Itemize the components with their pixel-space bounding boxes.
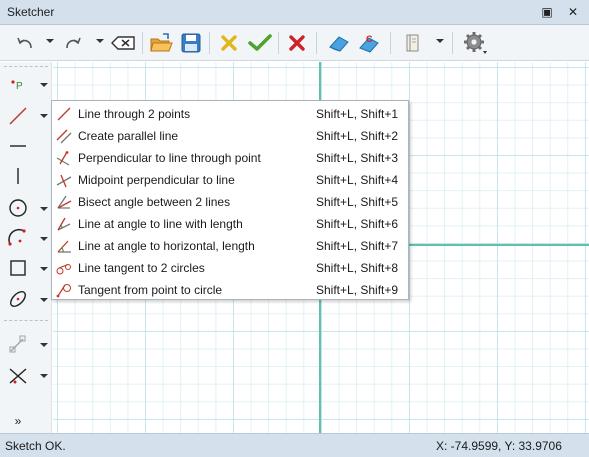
book-dropdown-caret[interactable] [436, 39, 444, 43]
svg-text:P: P [16, 81, 23, 92]
eraser-c-icon[interactable]: C [356, 30, 382, 56]
menu-item-shortcut: Shift+L, Shift+8 [316, 261, 399, 275]
restore-button[interactable]: ▣ [538, 3, 556, 21]
main-toolbar: C [0, 25, 589, 61]
constraint-tool-caret[interactable] [40, 343, 48, 347]
constraint-tool-icon[interactable] [5, 332, 31, 356]
toolbar-separator [452, 32, 453, 54]
menu-item-shortcut: Shift+L, Shift+1 [316, 107, 399, 121]
arc-tool-icon[interactable] [5, 226, 31, 250]
angle-to-horizontal-icon [57, 240, 71, 253]
point-tool-icon[interactable]: P [5, 72, 31, 96]
ellipse-tool-icon[interactable] [5, 287, 31, 311]
menu-item-shortcut: Shift+L, Shift+3 [316, 151, 399, 165]
menu-item-perpendicular-through-point[interactable]: Perpendicular to line through point Shif… [52, 147, 408, 169]
menu-item-midpoint-perpendicular[interactable]: Midpoint perpendicular to line Shift+L, … [52, 169, 408, 191]
menu-item-label: Perpendicular to line through point [78, 151, 261, 165]
save-icon[interactable] [178, 30, 204, 56]
toolbar-separator [209, 32, 210, 54]
menu-item-label: Tangent from point to circle [78, 283, 223, 297]
horizontal-line-tool-icon[interactable] [5, 134, 31, 158]
toolbar-separator [278, 32, 279, 54]
arc-tool-caret[interactable] [40, 237, 48, 241]
eraser-icon[interactable] [326, 30, 352, 56]
menu-item-label: Line at angle to horizontal, length [78, 239, 255, 253]
toolbar-separator [316, 32, 317, 54]
point-tool-caret[interactable] [40, 83, 48, 87]
sketch-tools-panel: P » [0, 62, 52, 433]
menu-item-label: Bisect angle between 2 lines [78, 195, 231, 209]
open-folder-icon[interactable] [148, 30, 174, 56]
menu-item-angle-to-line-length[interactable]: Line at angle to line with length Shift+… [52, 213, 408, 235]
close-red-x-icon[interactable] [284, 30, 310, 56]
vertical-line-tool-icon[interactable] [5, 164, 31, 188]
rectangle-tool-icon[interactable] [5, 256, 31, 280]
cursor-coordinates: X: -74.9599, Y: 33.9706 [436, 439, 562, 453]
title-bar: Sketcher ▣ ✕ [0, 0, 589, 25]
circle-tool-caret[interactable] [40, 207, 48, 211]
bisect-angle-icon [57, 195, 72, 209]
menu-item-parallel-line[interactable]: Create parallel line Shift+L, Shift+2 [52, 125, 408, 147]
menu-item-label: Midpoint perpendicular to line [78, 173, 235, 187]
redo-dropdown-caret[interactable] [96, 39, 104, 43]
menu-item-label: Line through 2 points [78, 107, 191, 121]
book-icon[interactable] [400, 30, 426, 56]
redo-icon[interactable] [60, 30, 86, 56]
accept-check-icon[interactable] [246, 30, 274, 56]
rectangle-tool-caret[interactable] [40, 267, 48, 271]
trim-tool-caret[interactable] [40, 374, 48, 378]
menu-item-angle-to-horizontal[interactable]: Line at angle to horizontal, length Shif… [52, 235, 408, 257]
menu-item-bisect-angle[interactable]: Bisect angle between 2 lines Shift+L, Sh… [52, 191, 408, 213]
panel-separator [4, 320, 48, 321]
perpendicular-line-icon [56, 151, 70, 166]
midpoint-perpendicular-icon [56, 174, 72, 188]
tangent-point-icon [56, 284, 71, 298]
status-message: Sketch OK. [5, 439, 66, 453]
menu-item-shortcut: Shift+L, Shift+2 [316, 129, 399, 143]
more-tools-chevron-icon[interactable]: » [12, 414, 24, 428]
cancel-x-icon[interactable] [216, 30, 242, 56]
line-tools-menu: Line through 2 points Shift+L, Shift+1 C… [51, 100, 409, 300]
toolbar-separator [142, 32, 143, 54]
menu-item-shortcut: Shift+L, Shift+7 [316, 239, 399, 253]
close-button[interactable]: ✕ [564, 3, 582, 21]
menu-item-shortcut: Shift+L, Shift+6 [316, 217, 399, 231]
menu-item-label: Create parallel line [78, 129, 179, 143]
menu-item-shortcut: Shift+L, Shift+5 [316, 195, 399, 209]
line-2-points-icon [57, 107, 71, 121]
ellipse-tool-caret[interactable] [40, 298, 48, 302]
gear-icon[interactable] [460, 30, 490, 56]
status-bar: Sketch OK. X: -74.9599, Y: 33.9706 [0, 433, 589, 457]
menu-item-shortcut: Shift+L, Shift+4 [316, 173, 399, 187]
window-title: Sketcher [7, 5, 55, 19]
menu-item-label: Line at angle to line with length [78, 217, 243, 231]
trim-tool-icon[interactable] [5, 364, 31, 388]
menu-item-tangent-2-circles[interactable]: Line tangent to 2 circles Shift+L, Shift… [52, 257, 408, 279]
undo-dropdown-caret[interactable] [46, 39, 54, 43]
menu-item-line-2-points[interactable]: Line through 2 points Shift+L, Shift+1 [52, 103, 408, 125]
undo-icon[interactable] [12, 30, 38, 56]
toolbar-separator [390, 32, 391, 54]
delete-back-icon[interactable] [110, 30, 138, 56]
parallel-line-icon [56, 129, 72, 144]
line-tool-caret[interactable] [40, 114, 48, 118]
menu-item-label: Line tangent to 2 circles [78, 261, 205, 275]
svg-text:C: C [366, 34, 373, 44]
panel-separator [4, 66, 48, 67]
angle-to-line-icon [57, 217, 71, 231]
line-tool-icon[interactable] [5, 104, 31, 128]
menu-item-shortcut: Shift+L, Shift+9 [316, 283, 399, 297]
circle-tool-icon[interactable] [5, 196, 31, 220]
menu-item-tangent-point-circle[interactable]: Tangent from point to circle Shift+L, Sh… [52, 279, 408, 301]
tangent-circles-icon [56, 263, 71, 275]
